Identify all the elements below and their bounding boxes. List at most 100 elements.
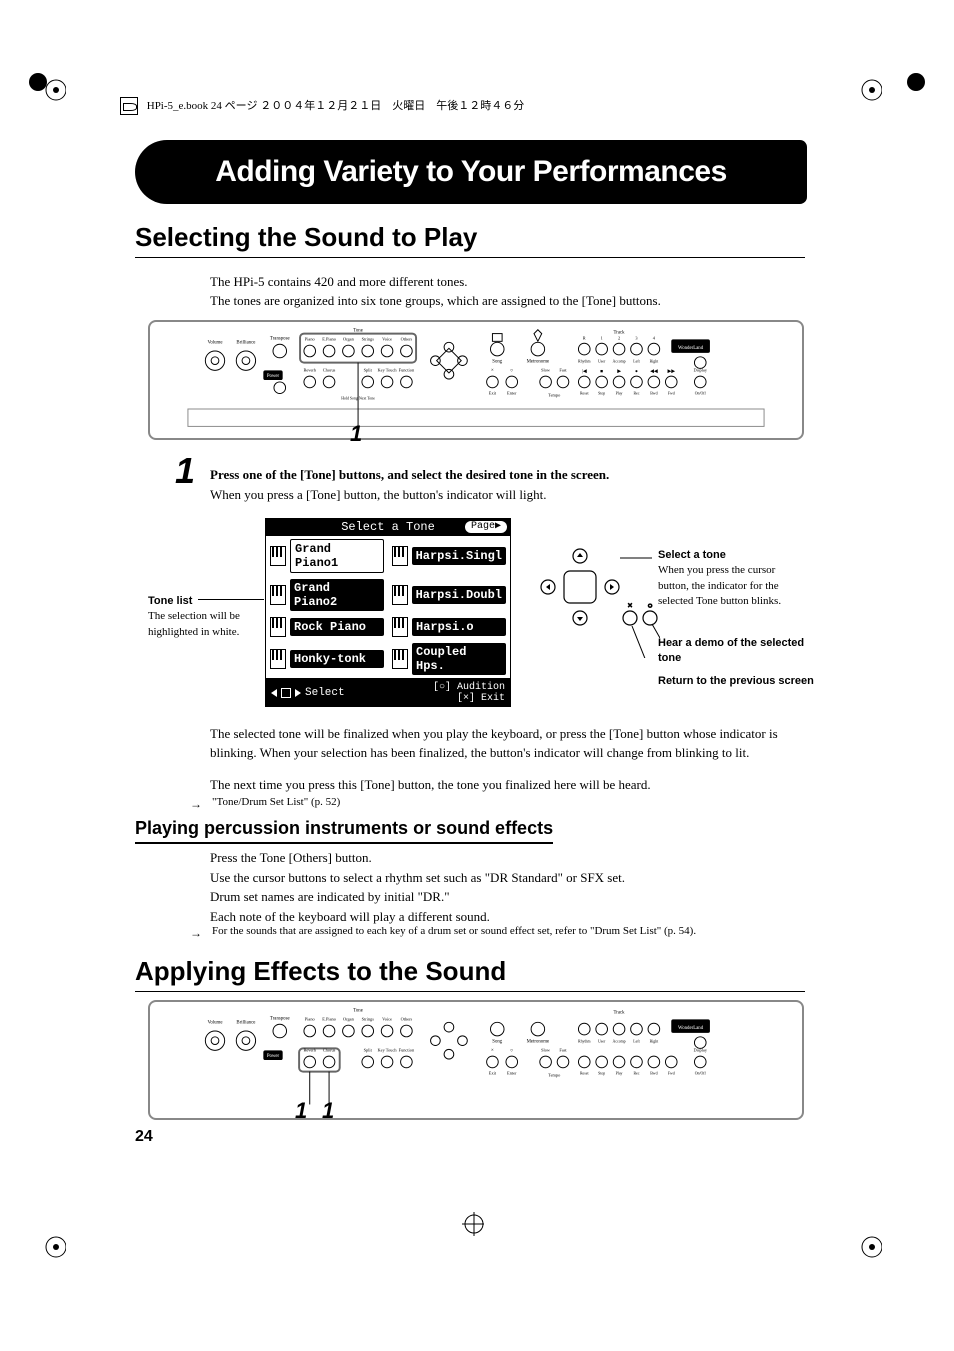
tone-item-rock-piano[interactable]: Rock Piano	[266, 614, 388, 640]
svg-text:○: ○	[648, 601, 653, 610]
callout-hear-demo: Hear a demo of the selected tone	[658, 636, 818, 667]
svg-text:Left: Left	[633, 1040, 640, 1044]
svg-text:×: ×	[491, 1048, 494, 1053]
intro-line2: The tones are organized into six tone gr…	[210, 292, 800, 311]
svg-text:Accomp: Accomp	[613, 360, 626, 364]
svg-text:Play: Play	[616, 392, 623, 396]
perc-l1: Press the Tone [Others] button.	[210, 848, 800, 868]
svg-text:Right: Right	[650, 360, 660, 364]
svg-text:Rec: Rec	[633, 392, 639, 396]
svg-text:Track: Track	[614, 1011, 626, 1016]
svg-text:Bwd: Bwd	[650, 392, 657, 396]
panel-diagram-1: Volume Brilliance Transpose Piano E.Pian…	[148, 320, 804, 440]
svg-text:User: User	[598, 1040, 606, 1044]
tone-item-harpsi-singl[interactable]: Harpsi.Singl	[388, 536, 510, 576]
svg-text:Metronome: Metronome	[527, 360, 550, 365]
svg-text:4: 4	[653, 335, 656, 340]
tone-screen-page-btn[interactable]: Page▶	[465, 521, 507, 533]
svg-text:Transpose: Transpose	[270, 1016, 290, 1021]
svg-text:Reverb: Reverb	[303, 367, 316, 372]
percussion-block: Press the Tone [Others] button. Use the …	[210, 848, 800, 926]
svg-text:◀◀: ◀◀	[650, 368, 658, 374]
keyboard-icon	[270, 649, 286, 669]
svg-text:Exit: Exit	[489, 391, 497, 396]
triangle-left-icon	[271, 689, 277, 697]
svg-text:Key Touch: Key Touch	[378, 367, 398, 372]
tone-item-coupled-hps[interactable]: Coupled Hps.	[388, 640, 510, 678]
keyboard-icon	[392, 585, 408, 605]
svg-text:E.Piano: E.Piano	[322, 1016, 336, 1021]
svg-text:Brilliance: Brilliance	[236, 1020, 255, 1025]
svg-text:1: 1	[601, 335, 603, 340]
svg-text:Organ: Organ	[343, 1016, 355, 1021]
panel1-callout: 1	[350, 423, 362, 445]
intro-line1: The HPi-5 contains 420 and more differen…	[210, 273, 800, 292]
svg-text:Left: Left	[633, 360, 640, 364]
svg-text:×: ×	[628, 601, 633, 610]
keyboard-icon	[270, 546, 286, 566]
crossref-tone-list: "Tone/Drum Set List" (p. 52)	[212, 795, 802, 811]
step1-instruction: Press one of the [Tone] buttons, and sel…	[210, 467, 609, 482]
svg-text:Tempo: Tempo	[548, 392, 560, 397]
tone-item-harpsi-o[interactable]: Harpsi.o	[388, 614, 510, 640]
regmark-bottom-right	[858, 1235, 882, 1259]
cursor-cluster: × ○	[520, 538, 660, 658]
tone-footer-exit: [×] Exit	[457, 693, 505, 704]
svg-text:Tone: Tone	[353, 1009, 363, 1014]
svg-text:Slow: Slow	[541, 1047, 551, 1052]
tone-footer-audition: [○] Audition	[433, 682, 505, 693]
panel2-callout-1: 1	[295, 1100, 307, 1122]
step1-note: When you press a [Tone] button, the butt…	[210, 487, 546, 502]
step1-number: 1	[175, 453, 195, 489]
svg-text:Reset: Reset	[580, 1072, 590, 1076]
svg-text:×: ×	[491, 368, 494, 373]
intro-block: The HPi-5 contains 420 and more differen…	[210, 273, 800, 311]
svg-text:○: ○	[510, 1048, 513, 1053]
perc-l2: Use the cursor buttons to select a rhyth…	[210, 868, 800, 888]
svg-text:○: ○	[510, 368, 513, 373]
svg-text:Fwd: Fwd	[668, 1072, 675, 1076]
build-header: HPi-5_e.book 24 ページ ２００４年１２月２１日 火曜日 午後１２…	[120, 97, 820, 115]
tone-screen-title: Select a Tone	[341, 520, 435, 534]
svg-text:Tone: Tone	[353, 329, 363, 334]
svg-text:Accomp: Accomp	[613, 1040, 626, 1044]
callout-select-tone: Select a tone When you press the cursor …	[658, 548, 808, 610]
tone-item-honky-tonk[interactable]: Honky-tonk	[266, 640, 388, 678]
tone-list-label-text: The selection will be highlighted in whi…	[148, 610, 240, 637]
section-selecting-sound: Selecting the Sound to Play	[135, 222, 805, 258]
svg-text:Others: Others	[401, 336, 413, 341]
tone-screen: Select a Tone Page▶ Grand Piano1 Harpsi.…	[265, 518, 511, 707]
svg-text:On/Off: On/Off	[695, 1072, 707, 1076]
svg-text:Voice: Voice	[382, 336, 392, 341]
stop-icon	[281, 688, 291, 698]
section2-title-text: Applying Effects to the Sound	[135, 956, 506, 986]
svg-text:WonderLand: WonderLand	[678, 346, 704, 351]
svg-text:Chorus: Chorus	[323, 1047, 336, 1052]
svg-text:Play: Play	[616, 1072, 623, 1076]
section-applying-effects: Applying Effects to the Sound	[135, 956, 805, 992]
svg-text:Slow: Slow	[541, 367, 551, 372]
lbl-brilliance: Brilliance	[236, 340, 255, 345]
svg-text:Exit: Exit	[489, 1071, 497, 1076]
callout-return: Return to the previous screen	[658, 674, 818, 689]
svg-text:Rhythm: Rhythm	[578, 360, 590, 364]
svg-text:Function: Function	[399, 367, 415, 372]
svg-text:Enter: Enter	[507, 1071, 517, 1076]
svg-text:▶▶: ▶▶	[668, 368, 676, 374]
keyboard-icon	[392, 617, 408, 637]
tone-item-grand-piano2[interactable]: Grand Piano2	[266, 576, 388, 614]
svg-text:Chorus: Chorus	[323, 367, 336, 372]
svg-text:3: 3	[635, 335, 637, 340]
svg-text:▶: ▶	[617, 368, 621, 374]
subhead-text: Playing percussion instruments or sound …	[135, 818, 553, 838]
svg-text:Others: Others	[401, 1016, 413, 1021]
svg-text:Piano: Piano	[305, 336, 315, 341]
tone-item-harpsi-doubl[interactable]: Harpsi.Doubl	[388, 576, 510, 614]
svg-text:Organ: Organ	[343, 336, 355, 341]
tone-item-grand-piano1[interactable]: Grand Piano1	[266, 536, 388, 576]
keyboard-icon	[270, 617, 286, 637]
svg-text:●: ●	[635, 369, 638, 374]
tone-list-label: Tone list The selection will be highligh…	[148, 594, 268, 640]
tone-screen-titlebar: Select a Tone Page▶	[265, 518, 511, 536]
panel2-callout-2: 1	[322, 1100, 334, 1122]
